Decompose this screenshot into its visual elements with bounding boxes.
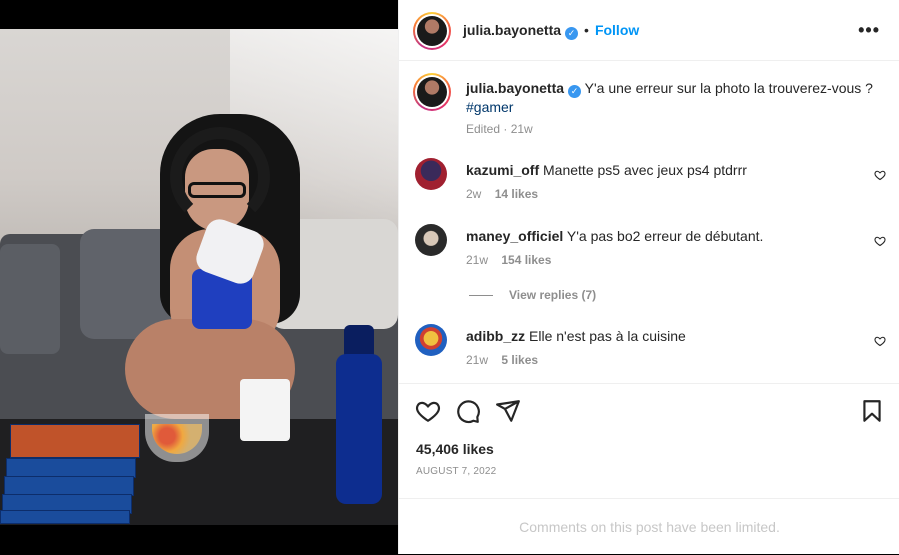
game-case	[0, 510, 130, 524]
caption-username[interactable]: julia.bayonetta	[466, 80, 564, 96]
comment-username[interactable]: maney_officiel	[466, 228, 563, 244]
comment-meta: 21w 5 likes	[466, 353, 538, 367]
replies-line	[469, 295, 493, 297]
water-bottle	[336, 354, 382, 504]
like-count[interactable]: 45,406 likes	[416, 441, 494, 457]
game-case	[6, 458, 136, 478]
comment-likes[interactable]: 154 likes	[501, 253, 551, 267]
game-case	[4, 476, 134, 496]
comment-age: 2w	[466, 187, 482, 201]
caption-body: julia.bayonetta ✓ Y'a une erreur sur la p…	[466, 79, 876, 116]
commenter-avatar[interactable]	[415, 158, 447, 190]
separator-dot: •	[584, 22, 589, 38]
comment-username[interactable]: adibb_zz	[466, 328, 525, 344]
comments-limited-notice: Comments on this post have been limited.	[399, 498, 899, 554]
post-actions: 45,406 likes AUGUST 7, 2022	[399, 383, 899, 498]
comment-meta: 2w 14 likes	[466, 187, 538, 201]
comment-meta: 21w 154 likes	[466, 253, 551, 267]
caption-meta: Edited · 21w	[466, 122, 533, 136]
like-comment-icon[interactable]	[874, 335, 886, 347]
comment-likes[interactable]: 14 likes	[495, 187, 538, 201]
author-line: julia.bayonetta ✓ • Follow	[463, 22, 639, 40]
hashtag-link[interactable]: #gamer	[466, 99, 513, 115]
comment-body: adibb_zz Elle n'est pas à la cuisine	[466, 327, 846, 345]
view-replies-label: View replies (7)	[509, 288, 597, 302]
bookmark-icon[interactable]	[859, 398, 885, 424]
comment-icon[interactable]	[455, 398, 481, 424]
commenter-avatar[interactable]	[415, 224, 447, 256]
share-icon[interactable]	[495, 398, 521, 424]
follow-button[interactable]: Follow	[595, 22, 639, 38]
comment-age: 21w	[466, 253, 489, 267]
comment-username[interactable]: kazumi_off	[466, 162, 539, 178]
comment-text: Y'a pas bo2 erreur de débutant.	[566, 228, 764, 244]
author-username[interactable]: julia.bayonetta	[463, 22, 561, 38]
headphones	[170, 127, 270, 227]
post-header: julia.bayonetta ✓ • Follow •••	[399, 0, 899, 61]
like-comment-icon[interactable]	[874, 235, 886, 247]
post-side-panel: julia.bayonetta ✓ • Follow ••• julia.bayone…	[398, 0, 899, 554]
post-media[interactable]	[0, 0, 398, 554]
more-icon[interactable]: •••	[858, 20, 880, 41]
like-comment-icon[interactable]	[874, 169, 886, 181]
author-avatar[interactable]	[413, 12, 451, 50]
caption-avatar[interactable]	[413, 73, 451, 111]
commenter-avatar[interactable]	[415, 324, 447, 356]
comment-text: Manette ps5 avec jeux ps4 ptdrrr	[543, 162, 747, 178]
comment-age: 21w	[466, 353, 489, 367]
game-stack	[0, 414, 140, 524]
post-modal: julia.bayonetta ✓ • Follow ••• julia.bayone…	[0, 0, 899, 554]
comment-body: kazumi_off Manette ps5 avec jeux ps4 ptd…	[466, 161, 846, 179]
post-date: AUGUST 7, 2022	[416, 466, 497, 477]
game-case	[10, 424, 140, 458]
comment-likes[interactable]: 5 likes	[501, 353, 538, 367]
comment-text: Elle n'est pas à la cuisine	[529, 328, 686, 344]
cushion	[0, 244, 60, 354]
verified-icon: ✓	[568, 85, 582, 98]
mug	[240, 379, 290, 441]
caption-text: Y'a une erreur sur la photo la trouverez…	[584, 80, 873, 96]
comment-body: maney_officiel Y'a pas bo2 erreur de déb…	[466, 227, 846, 245]
view-replies-button[interactable]: View replies (7)	[469, 288, 596, 302]
verified-icon: ✓	[565, 27, 579, 40]
heart-icon[interactable]	[415, 398, 441, 424]
post-photo[interactable]	[0, 29, 398, 525]
